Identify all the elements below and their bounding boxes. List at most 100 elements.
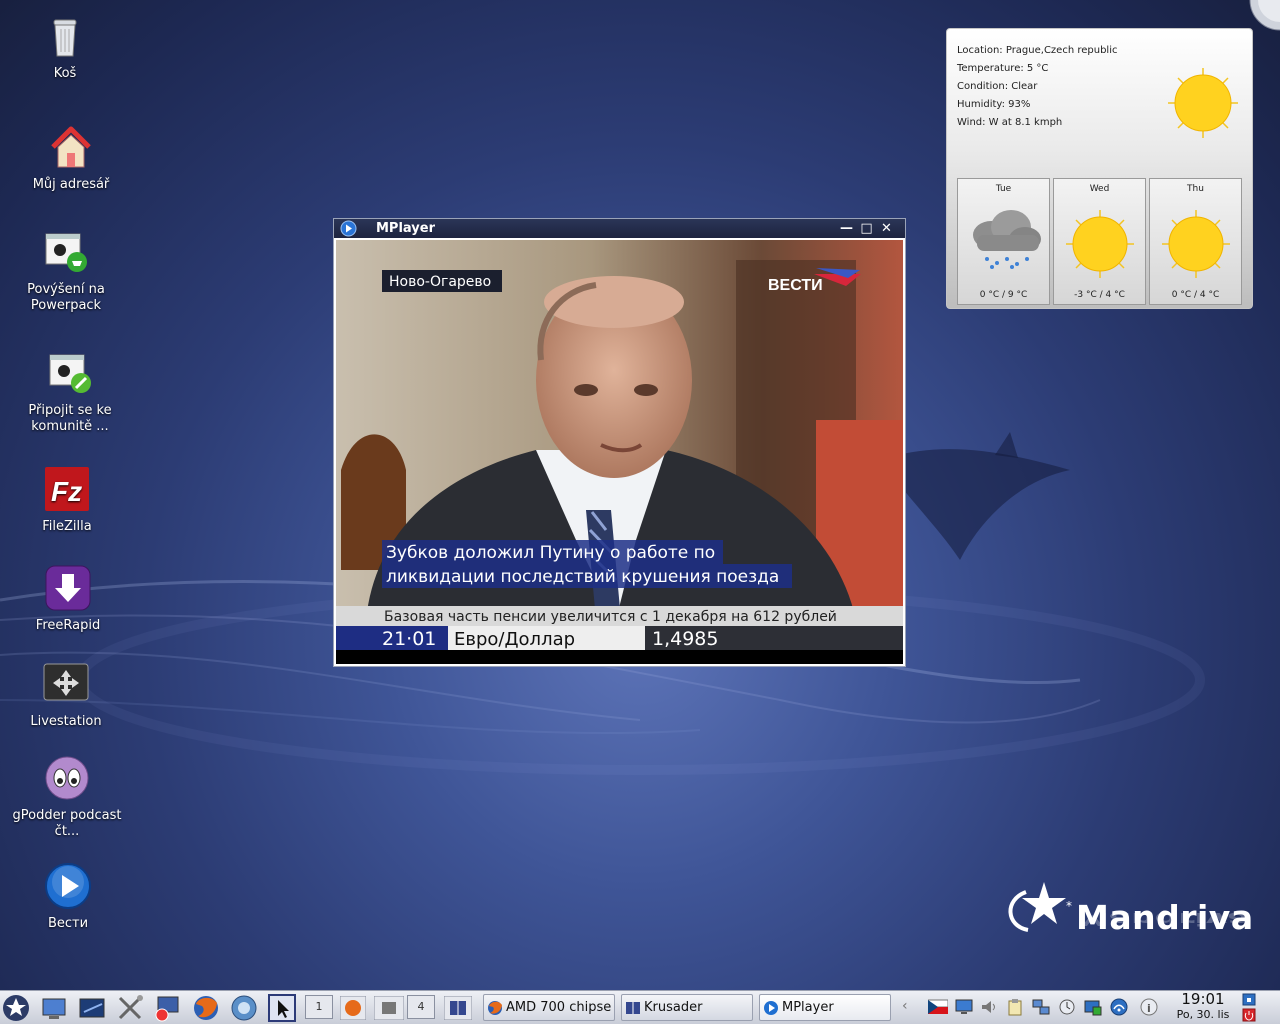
livestation-icon xyxy=(42,660,90,708)
tray-collapse-icon[interactable]: ‹ xyxy=(902,998,920,1016)
network-icon[interactable] xyxy=(1032,998,1050,1016)
weather-widget[interactable]: Location: Prague,Czech republic Temperat… xyxy=(946,28,1253,309)
home-icon xyxy=(47,123,95,171)
desktop-icon-label: gPodder podcast čt... xyxy=(12,808,122,839)
sun-icon xyxy=(1162,210,1230,278)
desktop-icon-trash[interactable]: Koš xyxy=(5,12,125,82)
close-button[interactable]: ✕ xyxy=(879,221,894,236)
community-join-icon xyxy=(46,349,94,397)
show-desktop-icon[interactable] xyxy=(40,994,68,1022)
mandriva-star-icon: * xyxy=(1008,882,1072,932)
forecast-temp: 0 °C / 9 °C xyxy=(979,290,1028,300)
clock-time: 19:01 xyxy=(1181,990,1225,1008)
filezilla-icon: Fz xyxy=(43,465,91,513)
media-play-icon xyxy=(44,862,92,910)
lock-screen-icon[interactable] xyxy=(1242,993,1256,1006)
corner-widget-handle[interactable] xyxy=(1244,0,1280,34)
window-titlebar[interactable]: MPlayer — □ ✕ xyxy=(334,219,905,238)
desktop-icon-filezilla[interactable]: Fz FileZilla xyxy=(7,465,127,535)
task-krusader[interactable]: Krusader xyxy=(621,994,753,1021)
desktop-icon-label: FreeRapid xyxy=(35,618,101,633)
minimize-button[interactable]: — xyxy=(839,221,854,236)
sun-icon xyxy=(1066,210,1134,278)
video-ticker: Базовая часть пенсии увеличится с 1 дека… xyxy=(384,609,837,625)
weather-condition: Condition: Clear xyxy=(957,81,1038,92)
window-title: MPlayer xyxy=(376,221,435,236)
info-icon[interactable]: i xyxy=(1140,998,1158,1016)
video-rate-label: Евро/Доллар xyxy=(454,629,575,650)
weather-current: Location: Prague,Czech republic Temperat… xyxy=(957,42,1117,132)
clock-date: Po, 30. lis xyxy=(1176,1008,1230,1021)
clipboard-icon[interactable] xyxy=(1006,998,1024,1016)
mplayer-window[interactable]: MPlayer — □ ✕ Ново-Огарево ВЕСТИ Зубков … xyxy=(333,218,906,667)
powerpack-upgrade-icon xyxy=(42,228,90,276)
volume-icon[interactable] xyxy=(980,998,998,1016)
video-caption-line-1: Зубков доложил Путину о работе по xyxy=(386,543,715,563)
svg-text:i: i xyxy=(1147,1002,1151,1015)
tools-icon[interactable] xyxy=(116,994,144,1022)
task-label: Krusader xyxy=(644,1000,703,1015)
task-firefox[interactable]: AMD 700 chipse xyxy=(483,994,615,1021)
desktop-icon-label: Livestation xyxy=(30,714,102,729)
desktop-icon-label: FileZilla xyxy=(42,519,92,534)
forecast-day-label: Tue xyxy=(995,184,1012,194)
cursor-icon[interactable] xyxy=(268,994,296,1022)
update-applet-icon[interactable] xyxy=(1058,998,1076,1016)
video-picture: Ново-Огарево ВЕСТИ Зубков доложил Путину… xyxy=(336,240,903,650)
freerapid-icon xyxy=(44,564,92,612)
task-mplayer[interactable]: MPlayer xyxy=(759,994,891,1021)
desktop-icon-home[interactable]: Můj adresář xyxy=(11,123,131,193)
maximize-button[interactable]: □ xyxy=(859,221,874,236)
krusader-icon xyxy=(626,1002,640,1014)
video-frame[interactable]: Ново-Огарево ВЕСТИ Зубков доложил Путину… xyxy=(336,240,903,664)
desktop-icon-label: Povýšení na Powerpack xyxy=(27,282,105,313)
mplayer-icon xyxy=(764,1001,778,1015)
desktop-icon-community[interactable]: Připojit se ke komunitě ... xyxy=(10,349,130,435)
pager-window-icon[interactable] xyxy=(374,996,404,1020)
logout-icon[interactable] xyxy=(1242,1008,1256,1022)
star-menu-icon[interactable] xyxy=(2,994,30,1022)
firefox-icon[interactable] xyxy=(192,994,220,1022)
forecast-day-label: Thu xyxy=(1187,184,1204,194)
weather-temperature: Temperature: 5 °C xyxy=(957,63,1049,74)
pager-desktop-4[interactable]: 4 xyxy=(407,995,435,1019)
video-time: 21·01 xyxy=(382,628,436,650)
control-center-icon[interactable] xyxy=(152,994,180,1022)
channel-logo: ВЕСТИ xyxy=(768,277,823,294)
display-icon[interactable] xyxy=(955,998,973,1016)
task-label: MPlayer xyxy=(782,1000,834,1015)
terminal-icon[interactable] xyxy=(78,994,106,1022)
forecast-day-wed: Wed -3 °C / 4 °C xyxy=(1053,178,1146,305)
desktop-icon-label: Připojit se ke komunitě ... xyxy=(28,403,112,434)
weather-humidity: Humidity: 93% xyxy=(957,99,1031,110)
video-rate-value: 1,4985 xyxy=(652,628,718,650)
pager-firefox-icon[interactable] xyxy=(340,996,366,1020)
net-monitor-icon[interactable] xyxy=(1084,998,1102,1016)
mandriva-logo-reflection: Mandriva xyxy=(1076,908,1250,930)
firefox-icon xyxy=(488,1001,502,1015)
clock[interactable]: 19:01 Po, 30. lis xyxy=(1170,991,1236,1022)
desktop-icon-freerapid[interactable]: FreeRapid xyxy=(8,564,128,634)
desktop-icon-gpodder[interactable]: gPodder podcast čt... xyxy=(7,754,127,840)
forecast-day-tue: Tue 0 °C / 9 °C xyxy=(957,178,1050,305)
rain-cloud-icon xyxy=(973,210,1041,269)
video-caption-line-2: ликвидации последствий крушения поезда xyxy=(386,567,779,587)
video-location-tag: Ново-Огарево xyxy=(389,274,491,290)
weather-wind: Wind: W at 8.1 kmph xyxy=(957,117,1063,128)
keyboard-layout-flag-icon[interactable] xyxy=(928,998,948,1016)
svg-text:*: * xyxy=(1066,899,1072,913)
svg-text:Fz: Fz xyxy=(51,476,82,507)
browser-icon[interactable] xyxy=(230,994,258,1022)
pager-krusader-icon[interactable] xyxy=(444,996,472,1020)
mandriva-logo: * Mandriva Mandriva xyxy=(1000,880,1253,960)
sun-icon xyxy=(1168,68,1238,138)
desktop-icon-label: Koš xyxy=(53,66,77,81)
forecast-temp: -3 °C / 4 °C xyxy=(1074,290,1125,300)
forecast-day-thu: Thu 0 °C / 4 °C xyxy=(1149,178,1242,305)
desktop-icon-vesti[interactable]: Вести xyxy=(8,862,128,932)
desktop-icon-livestation[interactable]: Livestation xyxy=(6,660,126,730)
desktop-icon-powerpack[interactable]: Povýšení na Powerpack xyxy=(6,228,126,314)
pager-desktop-1[interactable]: 1 xyxy=(305,995,333,1019)
desktop-icon-label: Můj adresář xyxy=(32,177,110,192)
wifi-icon[interactable] xyxy=(1110,998,1128,1016)
